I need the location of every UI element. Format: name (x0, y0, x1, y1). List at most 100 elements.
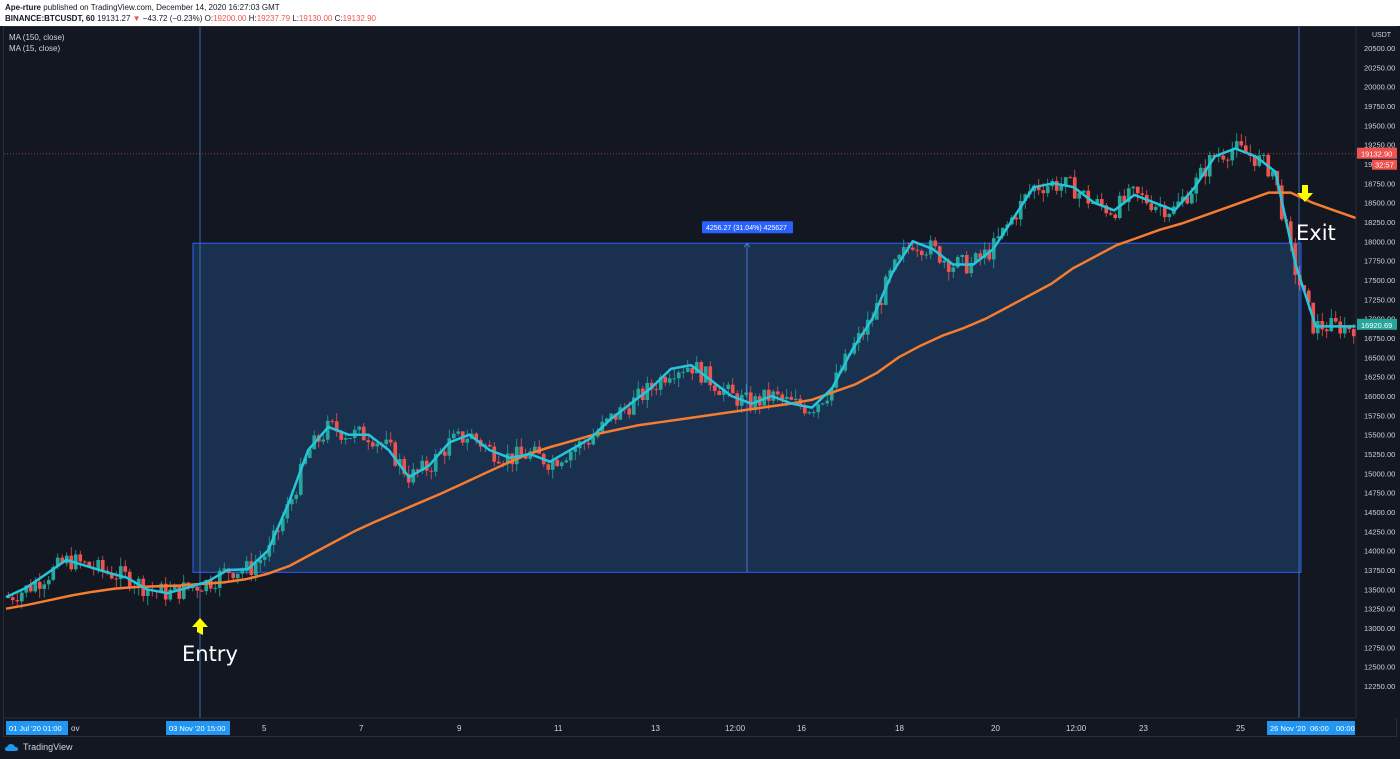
x-tick-label: 12:00 (725, 724, 746, 733)
candle-body (924, 254, 929, 256)
candle-body (78, 554, 83, 562)
candle-body (519, 446, 524, 455)
candle-body (775, 391, 780, 395)
candle-body (663, 376, 668, 383)
candle-body (951, 267, 956, 272)
x-tick-label: 13 (651, 724, 660, 733)
x-tick-label: 9 (457, 724, 462, 733)
x-axis-end-tag: 00:00 (1336, 724, 1355, 733)
candle-body (199, 590, 204, 592)
y-tick-label: 12500.00 (1364, 663, 1395, 672)
candle-body (42, 584, 47, 589)
candle-body (654, 389, 659, 391)
candle-body (784, 396, 789, 399)
price-chart[interactable]: 4256.27 (31.04%) 425627 USDT 12250.00 12500… (4, 27, 1398, 738)
candle-body (1225, 159, 1230, 161)
candle-body (730, 384, 735, 394)
x-tick-label: 7 (359, 724, 364, 733)
candle-body (361, 426, 366, 441)
candle-body (370, 442, 375, 447)
candle-body (1113, 214, 1118, 219)
y-tick-label: 20500.00 (1364, 44, 1395, 53)
candle-body (717, 390, 722, 395)
y-tick-label: 18750.00 (1364, 179, 1395, 188)
candle-body (676, 372, 681, 379)
candle-body (357, 426, 362, 430)
candle-body (384, 439, 389, 445)
candle-body (442, 451, 447, 456)
candle-body (231, 573, 236, 579)
symbol-name[interactable]: BINANCE:BTCUSDT, 60 (5, 14, 95, 23)
y-tick-label: 18500.00 (1364, 199, 1395, 208)
candle-body (793, 398, 798, 400)
brand-name: TradingView (23, 742, 73, 752)
ohlc-c-label: C: (334, 14, 343, 23)
candle-body (177, 584, 182, 599)
y-tick-label: 17750.00 (1364, 257, 1395, 266)
candle-body (933, 240, 938, 247)
x-axis-entry-tag: 03 Nov '20 15:00 (169, 724, 225, 733)
x-axis-start-tag: 01 Jul '20 01:00 (9, 724, 62, 733)
tradingview-logo[interactable]: TradingView (5, 742, 73, 752)
candle-body (294, 494, 299, 500)
y-tick-label: 12250.00 (1364, 682, 1395, 691)
candle-body (492, 446, 497, 462)
x-tick-label: 20 (991, 724, 1000, 733)
candle-body (451, 433, 456, 439)
x-axis-start-suffix: ov (71, 724, 79, 733)
candle-body (910, 247, 915, 250)
candle-body (1351, 329, 1356, 337)
y-tick-label: 13000.00 (1364, 624, 1395, 633)
indicator-ma15-label[interactable]: MA (15, close) (9, 44, 60, 53)
indicator-ma150-label[interactable]: MA (150, close) (9, 33, 65, 42)
y-tick-label: 15250.00 (1364, 450, 1395, 459)
candle-body (321, 439, 326, 442)
candle-body (960, 255, 965, 258)
candle-body (348, 438, 353, 440)
candle-body (1059, 185, 1064, 191)
candle-body (240, 570, 245, 574)
candle-body (366, 440, 371, 443)
y-tick-label: 16500.00 (1364, 353, 1395, 362)
candle-body (766, 389, 771, 401)
chart-panel[interactable]: 4256.27 (31.04%) 425627 USDT 12250.00 12500… (3, 26, 1398, 738)
candle-body (744, 392, 749, 395)
candle-body (811, 412, 816, 414)
ohlc-l-label: L: (292, 14, 299, 23)
ohlc-o-label: O: (204, 14, 214, 23)
publisher-name[interactable]: Ape-rture (5, 3, 41, 12)
candle-body (820, 403, 825, 405)
candle-body (568, 451, 573, 461)
candle-body (1167, 213, 1172, 218)
y-tick-label: 16250.00 (1364, 373, 1395, 382)
candle-body (1189, 193, 1194, 204)
candle-body (627, 408, 632, 415)
candle-body (915, 249, 920, 251)
candle-body (46, 579, 51, 585)
y-tick-label: 16750.00 (1364, 334, 1395, 343)
candle-body (1068, 177, 1073, 179)
y-tick-label: 13500.00 (1364, 585, 1395, 594)
candle-body (213, 587, 218, 589)
measure-label-text: 4256.27 (31.04%) 425627 (706, 225, 787, 232)
candle-body (82, 561, 87, 563)
ohlc-open: 19200.00 (213, 14, 247, 23)
candle-body (1108, 213, 1113, 215)
y-tick-label: 18250.00 (1364, 218, 1395, 227)
footer: TradingView (0, 737, 1400, 759)
ohlc-h-label: H: (248, 14, 257, 23)
symbol-line: BINANCE:BTCUSDT, 60 19131.27 ▼ −43.72 (−… (5, 14, 376, 23)
entry-arrow-icon (192, 618, 208, 635)
x-axis-exit-time-tag: 06:00 (1310, 724, 1329, 733)
y-tick-label: 16000.00 (1364, 392, 1395, 401)
candle-body (1153, 206, 1158, 211)
candle-body (487, 444, 492, 447)
current-price-tag: 16920.69 (1361, 321, 1392, 330)
y-tick-label: 14000.00 (1364, 547, 1395, 556)
candle-body (586, 442, 591, 445)
countdown-tag: 32:57 (1375, 161, 1394, 170)
y-tick-label: 15750.00 (1364, 411, 1395, 420)
candle-body (375, 443, 380, 447)
candle-body (1221, 155, 1226, 160)
y-tick-label: 19500.00 (1364, 121, 1395, 130)
